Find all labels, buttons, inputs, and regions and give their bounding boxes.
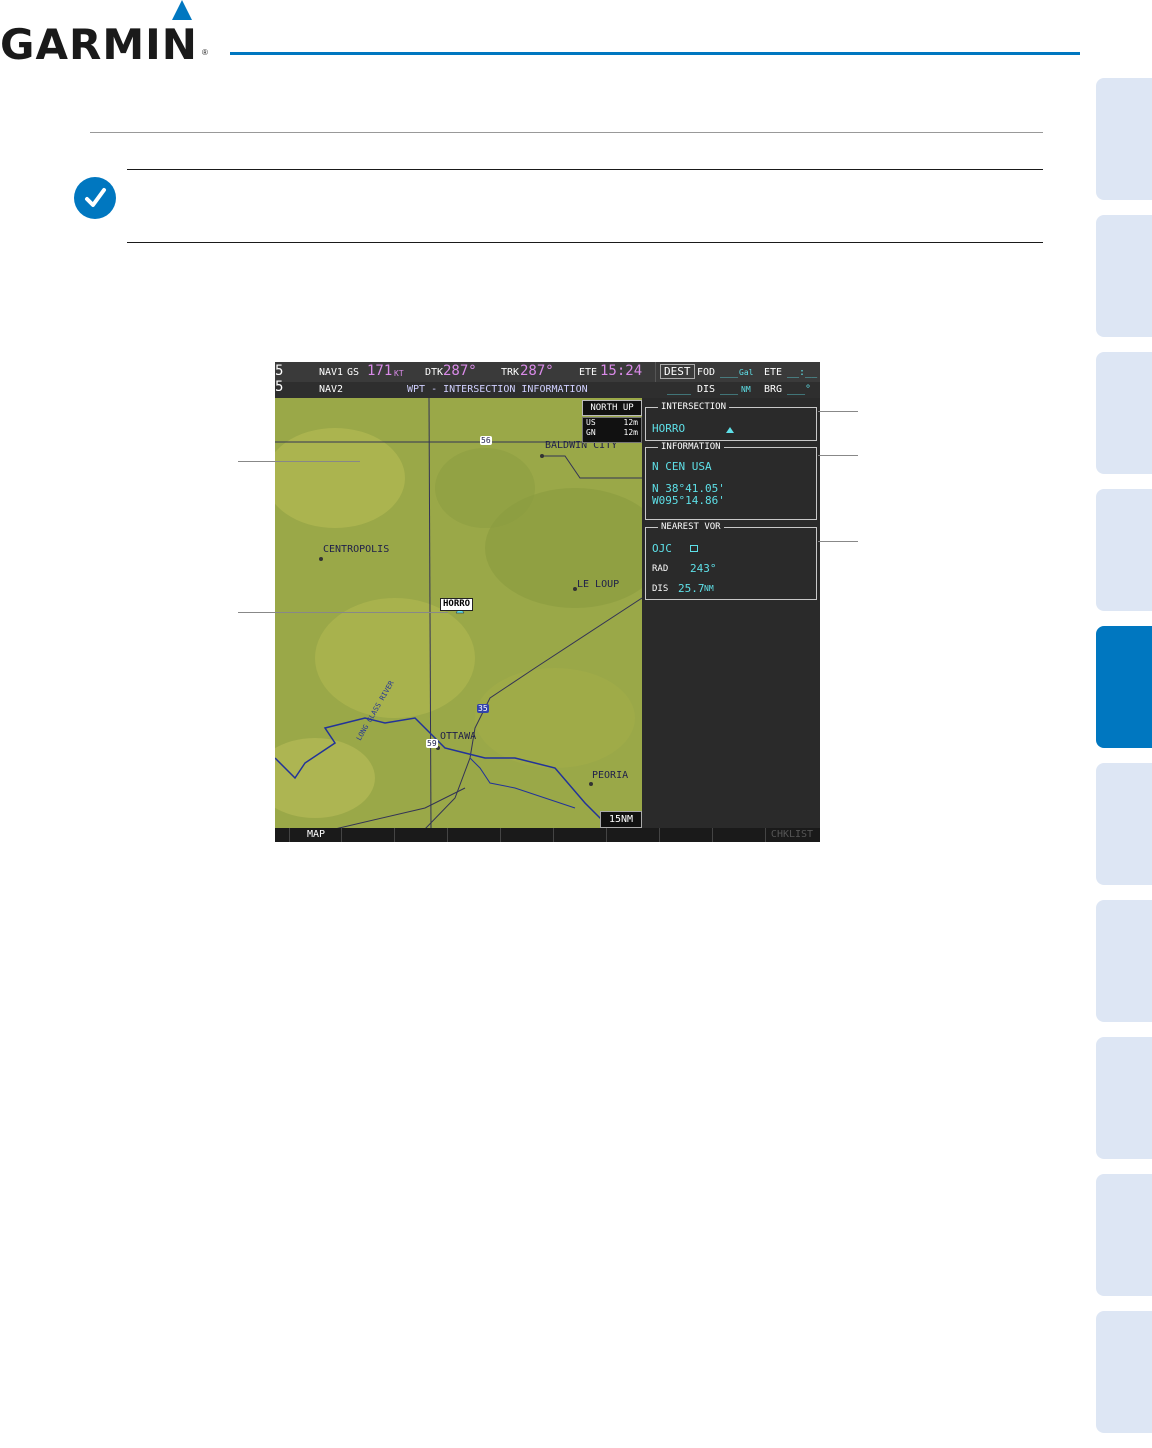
highway-shield-56: 56	[480, 436, 492, 445]
brg-label: BRG	[764, 384, 783, 395]
page-title-bar: 5 NAV2 WPT - INTERSECTION INFORMATION __…	[275, 379, 820, 398]
ete2-value: __:__	[787, 367, 818, 378]
map-view[interactable]: BALDWIN CITY CENTROPOLIS LE LOUP HORRO O…	[275, 398, 642, 829]
garmin-logo: GARMIN	[0, 20, 198, 69]
softkey-5[interactable]	[500, 828, 553, 842]
page-title: WPT - INTERSECTION INFORMATION	[407, 384, 588, 395]
dest-button[interactable]: DEST	[660, 364, 695, 379]
gn-label: GN	[586, 428, 596, 437]
header-rule	[230, 52, 1080, 55]
dtk-label: DTK	[425, 367, 444, 378]
edge-digit-1: 5	[275, 363, 284, 379]
us-value: 12m	[623, 418, 638, 427]
highway-shield-35: 35	[477, 704, 489, 713]
nav1-label: NAV1	[319, 367, 344, 378]
registered-mark: ®	[202, 48, 208, 57]
section-tab-8[interactable]	[1096, 1037, 1152, 1159]
dis-label-vor: DIS	[652, 584, 669, 594]
edge-digit-2: 5	[275, 379, 284, 395]
nav2-label: NAV2	[319, 384, 344, 395]
fod-label: FOD	[697, 367, 716, 378]
vor-symbol-icon	[690, 545, 698, 552]
callout-line-nearest-vor	[818, 541, 858, 542]
softkey-6[interactable]	[553, 828, 606, 842]
longitude-value: W095°14.86'	[652, 494, 725, 507]
ete2-label: ETE	[764, 367, 783, 378]
information-title: INFORMATION	[658, 442, 724, 453]
map-label-horro: HORRO	[440, 598, 474, 611]
rad-value: 243°	[690, 562, 717, 575]
callout-line-map	[238, 461, 360, 462]
section-rule	[90, 132, 1043, 133]
section-tab-7[interactable]	[1096, 900, 1152, 1022]
garmin-logo-triangle	[172, 0, 192, 20]
fod-unit: Gal	[739, 368, 754, 377]
section-tab-5-active[interactable]	[1096, 626, 1152, 748]
ete-value: 15:24	[600, 363, 643, 379]
note-top-rule	[127, 169, 1043, 170]
region-value: N CEN USA	[652, 460, 712, 473]
dis-unit-vor: NM	[704, 584, 714, 593]
note-check-icon	[74, 177, 116, 219]
nearest-vor-title: NEAREST VOR	[658, 522, 724, 533]
section-tab-1[interactable]	[1096, 78, 1152, 200]
brg-value: ___°	[787, 384, 812, 395]
north-up-indicator[interactable]: NORTH UP	[582, 400, 642, 416]
nearest-vor-box: NEAREST VOR OJC RAD 243° DIS 25.7 NM	[645, 522, 817, 600]
fod-value: ___	[720, 367, 739, 378]
callout-line-information	[818, 455, 858, 456]
ete-label: ETE	[579, 367, 598, 378]
us-label: US	[586, 418, 596, 427]
map-label-le-loup: LE LOUP	[577, 579, 620, 590]
map-label-peoria: PEORIA	[592, 770, 629, 781]
vor-ident[interactable]: OJC	[652, 542, 672, 555]
gs-value: 171	[367, 363, 393, 379]
softkey-7[interactable]	[606, 828, 659, 842]
softkey-8[interactable]	[659, 828, 712, 842]
gs-unit: KT	[394, 369, 404, 378]
section-tab-4[interactable]	[1096, 489, 1152, 611]
nav-status-bar: 5 NAV1 GS 171 KT DTK 287° TRK 287° ETE 1…	[275, 362, 820, 398]
dis-value-vor: 25.7	[678, 582, 705, 595]
softkey-bar: MAP CHKLIST	[275, 828, 820, 842]
softkey-3[interactable]	[394, 828, 447, 842]
intersection-title: INTERSECTION	[658, 402, 730, 413]
gn-value: 12m	[623, 428, 638, 437]
section-tab-3[interactable]	[1096, 352, 1152, 474]
callout-line-waypoint	[238, 612, 448, 613]
terrain-legend: US 12m GN 12m	[582, 417, 642, 443]
section-tabs	[1096, 78, 1152, 1448]
section-tab-10[interactable]	[1096, 1311, 1152, 1433]
section-tab-9[interactable]	[1096, 1174, 1152, 1296]
gs-label: GS	[347, 367, 360, 378]
intersection-ident[interactable]: HORRO	[652, 422, 685, 435]
softkey-checklist[interactable]: CHKLIST	[765, 828, 818, 842]
dis-unit: NM	[741, 385, 751, 394]
dis-label: DIS	[697, 384, 716, 395]
softkey-9[interactable]	[712, 828, 765, 842]
softkey-map[interactable]: MAP	[289, 828, 342, 842]
softkey-4[interactable]	[447, 828, 500, 842]
trk-label: TRK	[501, 367, 520, 378]
trk-value: 287°	[520, 363, 554, 379]
rad-label: RAD	[652, 564, 669, 574]
intersection-box: INTERSECTION HORRO	[645, 402, 817, 441]
info-panel: INTERSECTION HORRO INFORMATION N CEN USA…	[642, 398, 820, 829]
callout-line-intersection	[818, 411, 858, 412]
map-range[interactable]: 15NM	[600, 811, 642, 828]
map-label-centropolis: CENTROPOLIS	[323, 544, 390, 555]
intersection-symbol-icon	[726, 427, 734, 433]
softkey-2[interactable]	[341, 828, 394, 842]
mfd-screenshot: 5 NAV1 GS 171 KT DTK 287° TRK 287° ETE 1…	[275, 362, 820, 842]
highway-shield-59: 59	[426, 739, 438, 748]
dest-value: ____	[667, 384, 692, 395]
map-terrain	[275, 398, 642, 829]
section-tab-6[interactable]	[1096, 763, 1152, 885]
dtk-value: 287°	[443, 363, 477, 379]
section-tab-2[interactable]	[1096, 215, 1152, 337]
information-box: INFORMATION N CEN USA N 38°41.05' W095°1…	[645, 442, 817, 520]
map-label-ottawa: OTTAWA	[440, 731, 477, 742]
note-bottom-rule	[127, 242, 1043, 243]
dis-value: ___	[720, 384, 739, 395]
